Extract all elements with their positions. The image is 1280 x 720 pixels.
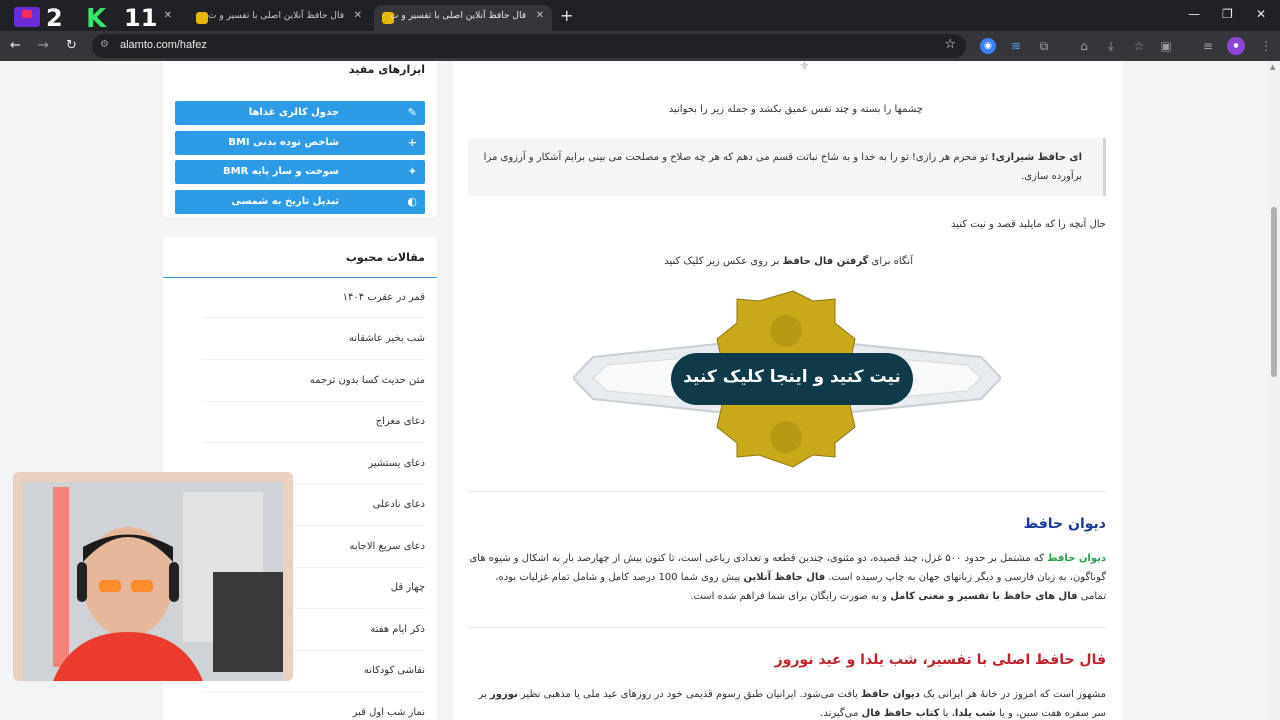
tools-card: ابزارهای مفید ✎ جدول کالری غذاها + شاخص … [163, 61, 437, 217]
article-link[interactable]: دعای یستشیر [368, 458, 425, 469]
tools-title: ابزارهای مفید [348, 63, 425, 76]
fal-bold-1: دیوان حافظ [861, 689, 920, 700]
article-link[interactable]: شب بخیر عاشقانه [349, 333, 425, 344]
page-scrollbar[interactable]: ▲ [1268, 61, 1280, 720]
main-content: ⚜ چشمها را بسته و چند نفس عمیق بکشد و جم… [453, 61, 1122, 720]
webcam-image [13, 472, 293, 681]
back-icon[interactable]: ← [10, 38, 21, 54]
fal-paragraph: مشهور است که امروز در خانهٔ هر ایرانی یک… [468, 685, 1106, 720]
fal-text-1: مشهور است که امروز در خانهٔ هر ایرانی یک [919, 689, 1106, 700]
fal-bold-4: کتاب حافظ فال [861, 708, 940, 719]
article-link[interactable]: دعای معراج [376, 416, 425, 427]
reload-icon[interactable]: ↻ [66, 38, 77, 54]
tab-active[interactable]: فال حافظ آنلاین اصلی با تفسیر و ت ✕ [374, 5, 552, 31]
divider [468, 491, 1106, 492]
puzzle-icon[interactable]: ⧉ [1036, 38, 1052, 54]
site-info-icon[interactable]: ⚙ [100, 39, 112, 51]
tool-label: تبدیل تاریخ به شمسی [231, 196, 339, 207]
extension-icon[interactable]: ⌂ [1076, 38, 1092, 54]
instruction-text: چشمها را بسته و چند نفس عمیق بکشد و جمله… [668, 104, 923, 115]
ornament-icon: ⚜ [799, 61, 810, 73]
divider [203, 442, 425, 443]
new-tab-button[interactable]: + [560, 6, 573, 25]
article-link[interactable]: ذکر ایام هفته [370, 624, 425, 635]
fal-bold-3: شب یلدا [954, 708, 996, 719]
divan-heading: دیوان حافظ [1023, 516, 1106, 532]
divider [203, 317, 425, 318]
article-link[interactable]: نماز شب اول قبر [353, 707, 425, 718]
tab-2[interactable]: فال حافظ آنلاین اصلی با تفسیر و ت ✕ [188, 5, 370, 31]
fal-banner-button[interactable]: نیت کنید و اینجا کلیک کنید [571, 287, 1003, 469]
divider [203, 401, 425, 402]
extension-icon[interactable]: ◉ [980, 38, 996, 54]
fal-text-5: می‌گیرند. [820, 708, 862, 719]
quote-text: ای حافظ شیرازی! تو محرم هر رازی! تو را ب… [482, 148, 1082, 186]
tool-label: سوخت و ساز پایه BMR [223, 166, 339, 177]
click-instruction: آنگاه برای گرفتن فال حافظ بر روی عکس زیر… [603, 252, 913, 271]
title-underline [163, 277, 437, 278]
download-icon[interactable]: ⤓ [1103, 38, 1119, 54]
click-bold: گرفتن فال حافظ [782, 256, 869, 267]
article-link[interactable]: دعای نادعلی [373, 499, 425, 510]
forward-icon[interactable]: → [38, 38, 49, 54]
divan-paragraph: دیوان حافظ که مشتمل بر حدود ۵۰۰ غزل، چند… [468, 549, 1106, 606]
tool-label: شاخص توده بدنی BMI [228, 137, 339, 148]
close-icon[interactable]: ✕ [354, 10, 362, 21]
tool-label: جدول کالری غذاها [248, 107, 339, 118]
collections-icon[interactable]: ▣ [1158, 38, 1174, 54]
article-link[interactable]: دعای سریع الاجابه [349, 541, 425, 552]
tool-bmr-button[interactable]: ✦ سوخت و ساز پایه BMR [175, 160, 425, 184]
tool-calorie-button[interactable]: ✎ جدول کالری غذاها [175, 101, 425, 125]
favorites-icon[interactable]: ☆ [1131, 38, 1147, 54]
prayer-quote: ای حافظ شیرازی! تو محرم هر رازی! تو را ب… [468, 138, 1106, 196]
article-link[interactable]: نقاشی کودکانه [364, 665, 425, 676]
fal-heading: فال حافظ اصلی با تفسیر، شب یلدا و عید نو… [774, 652, 1106, 668]
bookmark-star-icon[interactable]: ☆ [944, 37, 956, 52]
address-bar[interactable]: ⚙ alamto.com/hafez ☆ [92, 34, 966, 58]
divider [468, 627, 1106, 628]
pencil-icon: ✎ [407, 106, 417, 119]
click-pre: آنگاه برای [868, 256, 913, 267]
close-window-icon[interactable]: ✕ [1256, 7, 1266, 21]
banner-text: نیت کنید و اینجا کلیک کنید [683, 367, 901, 387]
plus-icon: + [407, 136, 417, 149]
close-icon[interactable]: ✕ [536, 10, 544, 21]
divider [203, 691, 425, 692]
menu-icon[interactable]: ⋮ [1258, 38, 1274, 54]
divan-link[interactable]: دیوان حافظ [1047, 553, 1106, 564]
divider [203, 359, 425, 360]
click-post: بر روی عکس زیر کلیک کنید [664, 256, 783, 267]
tab-title: فال حافظ آنلاین اصلی با تفسیر و ت [390, 11, 526, 21]
divan-bold-2: فال های حافظ با تفسیر و معنی کامل [890, 591, 1078, 602]
extension-icon[interactable]: ≋ [1008, 38, 1024, 54]
article-link[interactable]: قمر در عقرب ۱۴۰۴ [343, 292, 425, 303]
divan-bold-1: فال حافظ آنلاین [743, 572, 826, 583]
scroll-up-icon[interactable]: ▲ [1270, 63, 1275, 71]
scrollbar-thumb[interactable] [1271, 207, 1277, 377]
url-text: alamto.com/hafez [120, 39, 207, 51]
favicon-icon [196, 12, 208, 24]
browser-tab-strip: 2 K 11 ✕ فال حافظ آنلاین اصلی با تفسیر و… [0, 0, 1280, 34]
divan-text-3: و به صورت رایگان برای شما فراهم شده است. [690, 591, 891, 602]
tab-title: فال حافظ آنلاین اصلی با تفسیر و ت [208, 11, 344, 21]
quote-bold: ای حافظ شیرازی! [991, 152, 1082, 163]
article-link[interactable]: متن حدیث کسا بدون ترجمه [310, 375, 425, 386]
media-icon[interactable]: ≡ [1200, 38, 1216, 54]
tab-1[interactable]: ✕ [160, 5, 180, 31]
intent-text: حال آنچه را که مایلید قصد و نیت کنید [951, 219, 1106, 230]
fal-text-4: ، با [939, 708, 955, 719]
moon-icon: ◐ [407, 195, 417, 208]
tool-date-button[interactable]: ◐ تبدیل تاریخ به شمسی [175, 190, 425, 214]
webcam-overlay [13, 472, 293, 681]
articles-title: مقالات محبوب [345, 251, 425, 264]
close-icon[interactable]: ✕ [164, 10, 172, 21]
restore-icon[interactable]: ❐ [1222, 7, 1233, 21]
fal-bold-2: نوروز [489, 689, 518, 700]
profile-avatar[interactable]: ● [1227, 37, 1245, 55]
tool-bmi-button[interactable]: + شاخص توده بدنی BMI [175, 131, 425, 155]
sparkle-icon: ✦ [407, 165, 417, 178]
minimize-icon[interactable]: — [1188, 7, 1200, 21]
fal-text-2: یافت می‌شود. ایرانیان طبق رسوم قدیمی خود… [517, 689, 862, 700]
article-link[interactable]: چهار قل [391, 582, 425, 593]
